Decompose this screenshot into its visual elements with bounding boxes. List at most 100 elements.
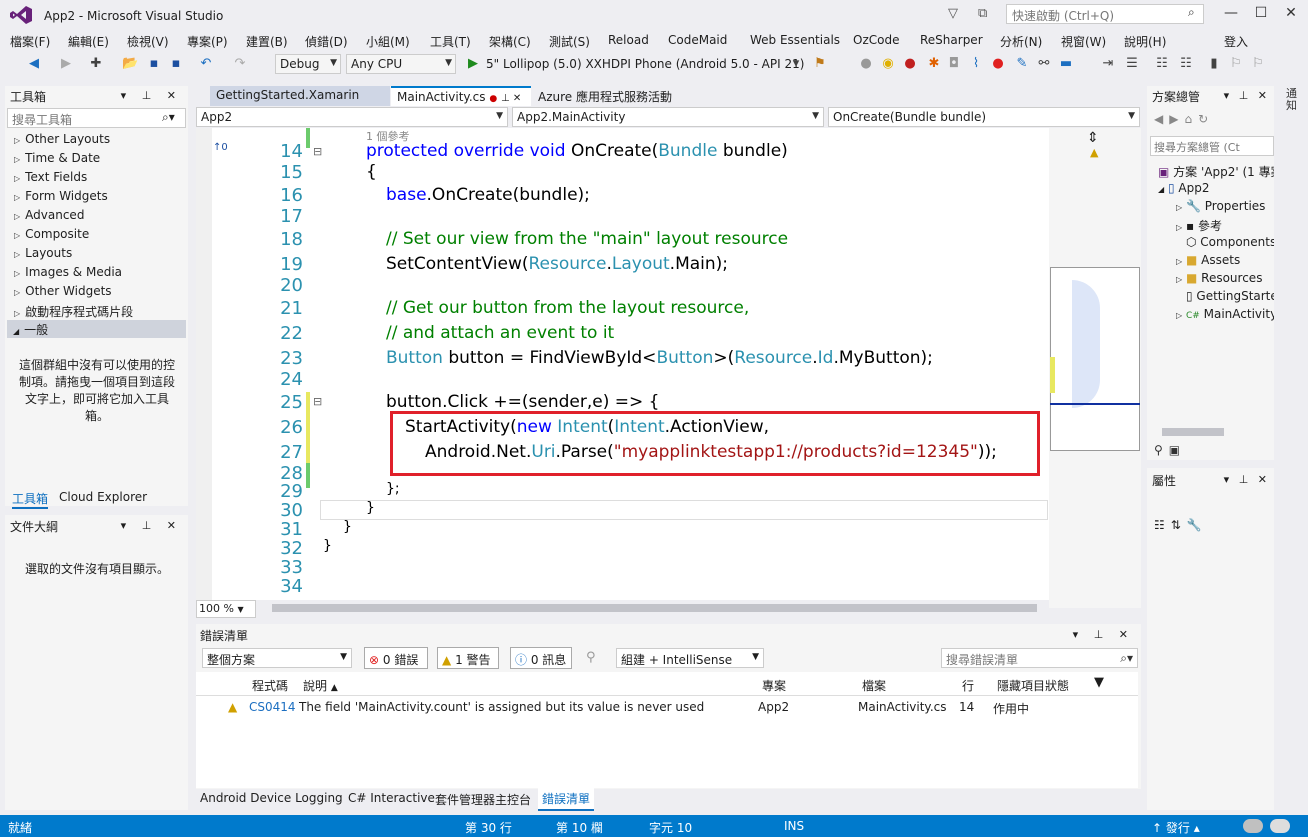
messages-filter-button[interactable]: ⓘ 0 訊息 (510, 647, 572, 669)
menu-resharper[interactable]: ReSharper (920, 33, 983, 47)
menu-window[interactable]: 視窗(W) (1061, 33, 1106, 50)
breakpoint-icon[interactable]: ● (858, 56, 874, 72)
tools-icon[interactable]: ✱ (926, 56, 942, 72)
comment-lines-icon[interactable]: ☷ (1154, 56, 1170, 72)
toolbox-group[interactable]: ▷ Time & Date (14, 151, 100, 165)
filter-icon[interactable]: ⚲ (586, 650, 596, 665)
uncomment-lines-icon[interactable]: ☷ (1178, 56, 1194, 72)
solution-node[interactable]: ▣ 方案 'App2' (1 專案) (1158, 163, 1274, 180)
solution-item-components[interactable]: ▷ ⬡ Components (1176, 235, 1274, 249)
toolbox-group[interactable]: ▷ Other Widgets (14, 284, 112, 298)
warnings-filter-button[interactable]: ▲ 1 警告 (437, 647, 499, 669)
zoom-select[interactable]: 100 % ▼ (196, 600, 256, 618)
paperclip-icon[interactable]: ⌇ (968, 56, 984, 72)
class-nav-select[interactable]: App2.MainActivity ▼ (512, 107, 824, 127)
toolbox-group[interactable]: ▷ Text Fields (14, 170, 87, 184)
feedback-icon[interactable]: ⧉ (978, 6, 987, 21)
bookmark-icon[interactable]: ▮ (1206, 56, 1222, 72)
solution-toolbar[interactable]: ◀▶⌂↻ (1154, 112, 1214, 126)
solution-item-gettingstarted[interactable]: ▷ ▯ GettingStarted (1176, 289, 1274, 303)
column-filter-icon[interactable]: ▼ (1094, 675, 1104, 690)
error-scope-select[interactable]: 整個方案 ▼ (202, 648, 352, 668)
menu-architecture[interactable]: 架構(C) (489, 33, 531, 50)
quick-launch-input[interactable]: 快速啟動 (Ctrl+Q) (1006, 4, 1204, 24)
error-code-link[interactable]: CS0414 (249, 700, 296, 714)
undo-icon[interactable]: ↶ (198, 56, 214, 72)
menu-help[interactable]: 說明(H) (1124, 33, 1166, 50)
menu-file[interactable]: 檔案(F) (10, 33, 50, 50)
menu-tools[interactable]: 工具(T) (430, 33, 471, 50)
forward-icon[interactable]: ▶ (58, 56, 74, 72)
toolbox-group[interactable]: ▷ Advanced (14, 208, 84, 222)
toolbox-group[interactable]: ▷ 啟動程序程式碼片段 (14, 303, 133, 320)
solution-item-assets[interactable]: ▷ ■ Assets (1176, 253, 1274, 267)
tab-package-manager-console[interactable]: 套件管理器主控台 (435, 791, 531, 808)
run-icon[interactable]: ▶ (465, 56, 481, 72)
menu-codemaid[interactable]: CodeMaid (668, 33, 727, 47)
comment-icon[interactable]: ▬ (1058, 56, 1074, 72)
project-nav-select[interactable]: App2 ▼ (196, 107, 508, 127)
notification-icon[interactable] (1270, 819, 1290, 833)
split-icon[interactable]: ⇕ (1087, 130, 1099, 146)
new-project-icon[interactable]: ✚ (88, 56, 104, 72)
menu-ozcode[interactable]: OzCode (853, 33, 899, 47)
minimize-button[interactable]: — (1216, 2, 1246, 24)
solution-scrollbar[interactable] (1162, 428, 1224, 436)
save-all-icon[interactable]: ▪ (168, 56, 184, 72)
tab-toolbox[interactable]: 工具箱 (12, 490, 49, 509)
column-description[interactable]: 說明 ▲ (303, 677, 338, 694)
toolbox-group-general[interactable]: ◢ 一般 (7, 320, 186, 338)
back-icon[interactable]: ◀ (26, 56, 42, 72)
menu-build[interactable]: 建置(B) (246, 33, 288, 50)
tab-mainactivity[interactable]: MainActivity.cs ● ⊥ ✕ (391, 86, 531, 106)
toolbox-group[interactable]: ▷ Form Widgets (14, 189, 108, 203)
stop-icon[interactable]: ● (902, 56, 918, 72)
menu-reload[interactable]: Reload (608, 33, 649, 47)
collapse-icon[interactable]: ⊟ (313, 145, 322, 158)
properties-toolbar[interactable]: ☷⇅🔧 (1154, 518, 1208, 532)
camera-icon[interactable]: ◘ (946, 56, 962, 72)
column-suppression[interactable]: 隱藏項目狀態 (997, 677, 1069, 694)
column-line[interactable]: 行 (962, 677, 974, 694)
tab-cloud-explorer[interactable]: Cloud Explorer (59, 490, 147, 504)
menu-edit[interactable]: 編輯(E) (68, 33, 109, 50)
toolbox-group[interactable]: ▷ Other Layouts (14, 132, 110, 146)
save-icon[interactable]: ▪ (146, 56, 162, 72)
menu-debug[interactable]: 偵錯(D) (305, 33, 348, 50)
solution-item-mainactivity[interactable]: ▷ C# MainActivity (1176, 307, 1274, 321)
login-link[interactable]: 登入 (1224, 33, 1248, 50)
menu-project[interactable]: 專案(P) (187, 33, 228, 50)
close-button[interactable]: ✕ (1276, 2, 1306, 24)
attach-icon[interactable]: ⚑ (812, 56, 828, 72)
errors-filter-button[interactable]: ⊗ 0 錯誤 (364, 647, 428, 669)
publish-button[interactable]: ↑ 發行 ▴ (1152, 819, 1200, 836)
bookmark-next-icon[interactable]: ⚐ (1250, 56, 1266, 72)
solution-item-properties[interactable]: ▷ 🔧 Properties (1176, 199, 1274, 213)
menu-analyze[interactable]: 分析(N) (1000, 33, 1042, 50)
toolbox-group[interactable]: ▷ Composite (14, 227, 89, 241)
collapse-icon[interactable]: ⊟ (313, 395, 322, 408)
tab-gettingstarted[interactable]: GettingStarted.Xamarin (210, 86, 390, 106)
dropdown-icon[interactable]: ▾ (788, 56, 804, 72)
avatar[interactable] (1243, 819, 1263, 833)
notification-filter-icon[interactable]: ▽ (948, 6, 958, 21)
tab-error-list[interactable]: 錯誤清單 (538, 788, 595, 811)
project-node[interactable]: ◢ ▯ App2 (1158, 181, 1274, 195)
error-icon[interactable]: ● (990, 56, 1006, 72)
run-target-select[interactable]: 5" Lollipop (5.0) XXHDPI Phone (Android … (486, 57, 804, 71)
vertical-tab[interactable]: 通知 (1286, 88, 1302, 112)
bookmark-prev-icon[interactable]: ⚐ (1228, 56, 1244, 72)
column-file[interactable]: 檔案 (862, 677, 886, 694)
member-nav-select[interactable]: OnCreate(Bundle bundle) ▼ (828, 107, 1140, 127)
menu-team[interactable]: 小組(M) (366, 33, 410, 50)
toolbox-search-input[interactable]: 搜尋工具箱 (7, 108, 186, 128)
open-file-icon[interactable]: 📂 (122, 56, 138, 72)
tab-csharp-interactive[interactable]: C# Interactive (348, 791, 435, 805)
binoculars-icon[interactable]: ⚯ (1036, 56, 1052, 72)
solution-item-resources[interactable]: ▷ ■ Resources (1176, 271, 1274, 285)
tab-azure[interactable]: Azure 應用程式服務活動 (532, 86, 692, 106)
tab-android-device-logging[interactable]: Android Device Logging (200, 791, 343, 805)
build-filter-select[interactable]: 組建 + IntelliSense ▼ (616, 648, 764, 668)
toolbox-group[interactable]: ▷ Layouts (14, 246, 72, 260)
menu-test[interactable]: 測試(S) (549, 33, 590, 50)
